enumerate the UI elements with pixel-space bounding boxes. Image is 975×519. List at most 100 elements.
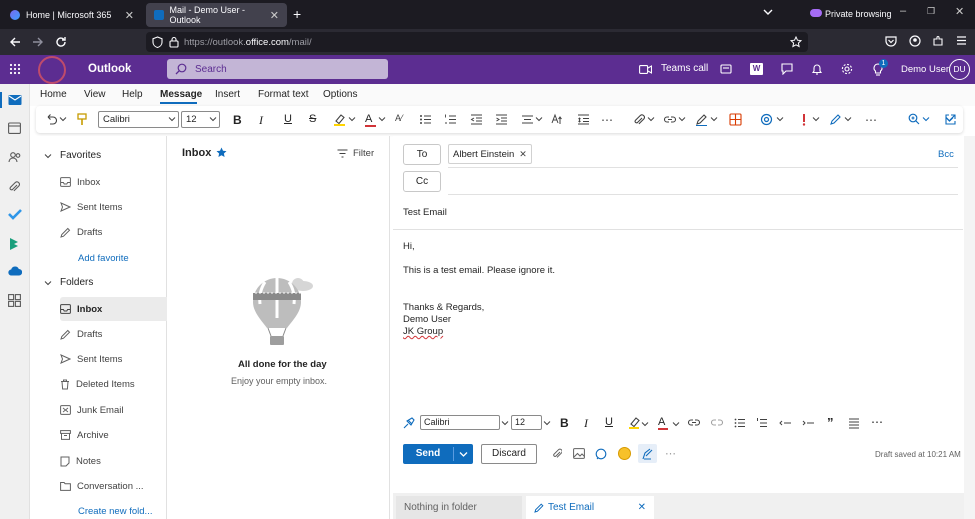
decrease-indent-icon[interactable] [779,417,791,429]
underline-icon[interactable]: U [284,113,297,126]
folders-header[interactable]: Folders [44,277,93,288]
font-name-select[interactable]: Calibri [98,111,179,128]
cc-button[interactable]: Cc [403,171,441,192]
tab-insert[interactable]: Insert [215,89,240,100]
compose-size-select[interactable]: 12 [511,415,542,430]
address-bar[interactable]: https://outlook.office.com/mail/ [146,32,808,52]
loop-icon[interactable] [595,448,607,460]
sensitivity-icon[interactable] [829,113,842,126]
forward-arrow-icon[interactable] [32,36,44,48]
increase-indent-icon[interactable] [802,417,814,429]
chevron-down-icon[interactable] [922,115,935,128]
popout-icon[interactable] [945,114,956,125]
increase-indent-icon[interactable] [495,113,508,126]
menu-hamburger-icon[interactable] [956,35,967,46]
user-name[interactable]: Demo User [901,64,949,75]
styles-icon[interactable] [551,113,564,126]
bcc-button[interactable]: Bcc [938,149,954,160]
todo-check-icon[interactable] [8,208,22,222]
chevron-down-icon[interactable] [378,115,391,128]
minimize-icon[interactable]: – [900,5,906,17]
new-tab-icon[interactable]: + [293,6,301,22]
paperclip-icon[interactable] [8,180,22,194]
more-format-icon[interactable]: ⋯ [601,113,614,127]
chevron-down-icon[interactable] [543,419,551,427]
bullets-icon[interactable] [734,417,746,429]
add-favorite-link[interactable]: Add favorite [78,253,129,264]
more-format-icon[interactable]: ⋯ [871,415,883,429]
attach-icon[interactable] [552,448,562,460]
tab-message[interactable]: Message [160,89,202,100]
to-button[interactable]: To [403,144,441,165]
signature-pen-icon[interactable] [695,113,708,126]
bell-icon[interactable] [811,63,823,75]
calendar-icon[interactable] [8,122,22,136]
chevron-down-icon[interactable] [59,115,72,128]
close-tab-icon[interactable]: ✕ [125,9,134,22]
reload-icon[interactable] [55,36,67,48]
bold-icon[interactable]: B [560,416,569,430]
bullets-icon[interactable] [419,113,432,126]
tab-outlook-mail[interactable]: Mail - Demo User - Outlook ✕ [146,3,287,27]
format-painter-icon[interactable] [77,113,90,126]
teams-call-button[interactable]: Teams call [661,63,708,74]
tab-help[interactable]: Help [122,89,143,100]
clear-formatting-icon[interactable]: A⁄ [395,113,408,126]
feedback-icon[interactable] [781,63,793,75]
extensions-icon[interactable] [932,35,944,47]
more-apps-icon[interactable] [8,294,22,308]
editor-icon[interactable] [638,444,657,463]
attach-icon[interactable] [633,113,646,126]
chevron-down-icon[interactable] [641,420,649,428]
chevron-down-icon[interactable] [535,115,548,128]
chevron-down-icon[interactable] [672,420,680,428]
tab-home[interactable]: Home [40,89,67,100]
bold-icon[interactable]: B [233,113,246,127]
avatar[interactable]: DU [949,59,970,80]
link-icon[interactable] [663,113,677,126]
chevron-down-icon[interactable] [812,115,825,128]
loop-component-icon[interactable] [760,113,773,126]
table-icon[interactable] [729,113,742,126]
chevron-down-icon[interactable] [776,115,789,128]
lock-icon[interactable] [169,36,179,48]
numbering-icon[interactable] [444,113,457,126]
link-icon[interactable] [687,417,701,429]
decrease-indent-icon[interactable] [470,113,483,126]
emoji-icon[interactable] [618,447,631,460]
chevron-down-icon[interactable] [710,115,723,128]
tab-home-m365[interactable]: Home | Microsoft 365 ✕ [2,3,142,27]
subject-field[interactable]: Test Email [403,207,447,218]
align-icon[interactable] [848,417,860,429]
close-window-icon[interactable]: ✕ [955,5,964,18]
highlight-icon[interactable] [628,416,640,429]
more-options-icon[interactable]: ⋯ [865,113,878,127]
filter-icon[interactable] [337,149,348,158]
chevron-down-icon[interactable] [678,115,691,128]
numbering-icon[interactable] [756,417,768,429]
chevron-down-icon[interactable] [647,115,660,128]
my-day-icon[interactable] [720,63,732,75]
close-tab-icon[interactable]: ✕ [270,9,279,22]
strikethrough-icon[interactable]: S [309,113,322,126]
recipient-chip[interactable]: Albert Einstein ✕ [448,144,532,164]
quote-icon[interactable]: ” [827,415,834,430]
chevron-down-icon[interactable] [168,115,181,128]
tab-format-text[interactable]: Format text [258,89,309,100]
create-new-folder-link[interactable]: Create new fold... [78,506,152,517]
close-draft-tab-icon[interactable]: ✕ [638,502,646,513]
favorite-star-icon[interactable] [216,147,227,158]
chevron-down-icon[interactable] [348,115,361,128]
remove-recipient-icon[interactable]: ✕ [519,149,527,160]
gear-icon[interactable] [841,63,853,75]
filter-button[interactable]: Filter [353,148,374,159]
format-painter-brush-icon[interactable] [403,417,415,429]
underline-icon[interactable]: U [605,416,613,428]
font-color-icon[interactable]: A [658,416,668,430]
restore-icon[interactable]: ❐ [927,6,935,17]
bookings-icon[interactable] [8,237,22,251]
send-button[interactable]: Send [403,444,453,464]
pocket-icon[interactable] [885,35,897,47]
search-box[interactable]: Search [167,59,388,79]
discard-button[interactable]: Discard [481,444,537,464]
